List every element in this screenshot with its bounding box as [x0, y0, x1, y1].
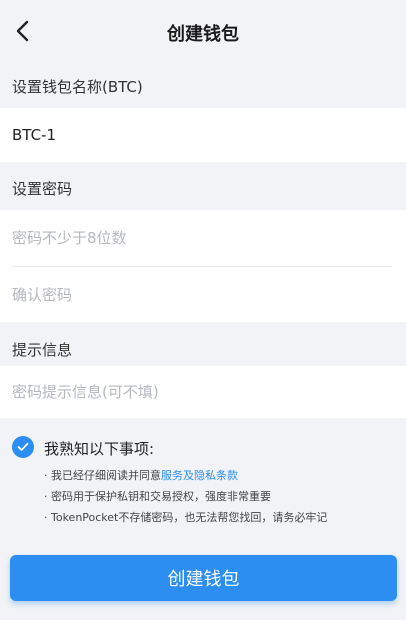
hint-block: [0, 366, 406, 418]
hint-label: 提示信息: [12, 341, 73, 359]
page-title: 创建钱包: [167, 24, 239, 45]
agree-checkbox[interactable]: [12, 436, 34, 458]
app-header: 创建钱包: [0, 0, 406, 62]
password-label: 设置密码: [12, 180, 73, 198]
terms-line-3: · TokenPocket不存储密码，也无法帮您找回，请务必牢记: [44, 511, 328, 524]
privacy-terms-link[interactable]: 服务及隐私条款: [161, 469, 238, 482]
terms-line-1-text: · 我已经仔细阅读并同意: [44, 469, 161, 482]
agreement-title: 我熟知以下事项:: [44, 440, 155, 458]
password-divider: [12, 266, 392, 267]
wallet-name-input[interactable]: [12, 120, 392, 150]
terms-line-2: · 密码用于保护私钥和交易授权，强度非常重要: [44, 490, 271, 503]
terms-line-1: · 我已经仔细阅读并同意服务及隐私条款: [44, 467, 238, 483]
hint-input[interactable]: [12, 377, 392, 407]
password-input[interactable]: [12, 223, 392, 253]
create-wallet-button[interactable]: 创建钱包: [10, 555, 397, 601]
wallet-name-label: 设置钱包名称(BTC): [12, 78, 143, 96]
password-block: [0, 210, 406, 322]
wallet-name-block: [0, 108, 406, 162]
checkmark-icon: [17, 442, 29, 451]
confirm-password-input[interactable]: [12, 280, 392, 310]
